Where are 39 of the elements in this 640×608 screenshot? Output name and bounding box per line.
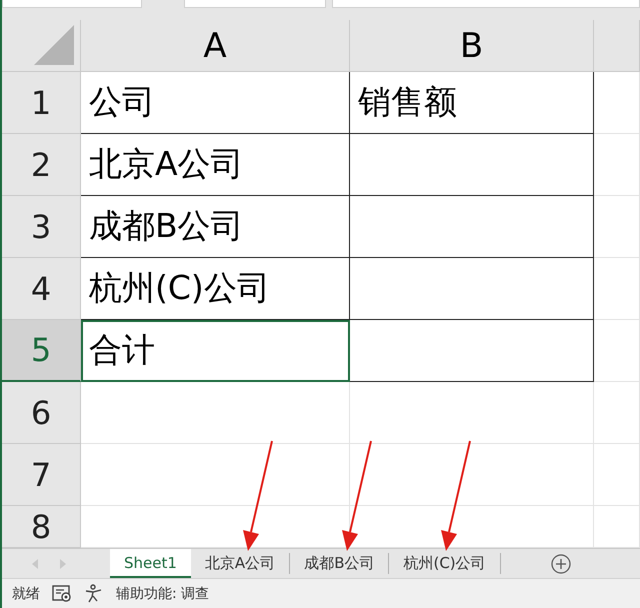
table-cell [594, 134, 640, 196]
column-header[interactable]: B [350, 20, 594, 72]
sheet-tab[interactable]: 成都B公司 [290, 553, 390, 574]
accessibility-icon[interactable] [84, 584, 104, 604]
column-header[interactable] [594, 20, 640, 72]
row-header[interactable]: 1 [2, 72, 81, 134]
table-cell: 合计 [81, 320, 350, 382]
table-cell: 北京A公司 [81, 134, 350, 196]
table-cell [594, 444, 640, 506]
accessibility-status[interactable]: 辅助功能: 调查 [116, 584, 210, 602]
row-header[interactable]: 3 [2, 196, 81, 258]
table-cell [594, 72, 640, 134]
table-cell: 杭州(C)公司 [81, 258, 350, 320]
row-header[interactable]: 8 [2, 506, 81, 548]
formula-bar[interactable] [332, 0, 640, 8]
next-sheet-icon[interactable] [60, 558, 66, 568]
sheet-tab[interactable]: 北京A公司 [190, 553, 290, 574]
column-header[interactable]: A [81, 20, 350, 72]
table-cell: 公司 [81, 72, 350, 134]
row-header[interactable]: 5 [2, 320, 81, 382]
table-cell [594, 258, 640, 320]
table-cell [594, 196, 640, 258]
table-cell: 成都B公司 [81, 196, 350, 258]
row-header[interactable]: 6 [2, 382, 81, 444]
row-header[interactable]: 7 [2, 444, 81, 506]
previous-sheet-icon[interactable] [32, 558, 38, 568]
table-cell: 销售额 [350, 72, 594, 134]
sheet-tab[interactable]: 杭州(C)公司 [389, 553, 501, 574]
ready-status: 就绪 [12, 584, 40, 602]
page-view-icon[interactable] [52, 584, 72, 602]
sheet-tab[interactable]: Sheet1 [110, 549, 191, 578]
row-header[interactable]: 4 [2, 258, 81, 320]
name-box[interactable] [2, 0, 142, 8]
add-sheet-icon[interactable] [550, 554, 571, 574]
table-cell [594, 320, 640, 382]
table-cell [594, 382, 640, 444]
select-all-button[interactable] [2, 20, 81, 72]
corner-triangle-icon [32, 23, 76, 67]
row-header[interactable]: 2 [2, 134, 81, 196]
